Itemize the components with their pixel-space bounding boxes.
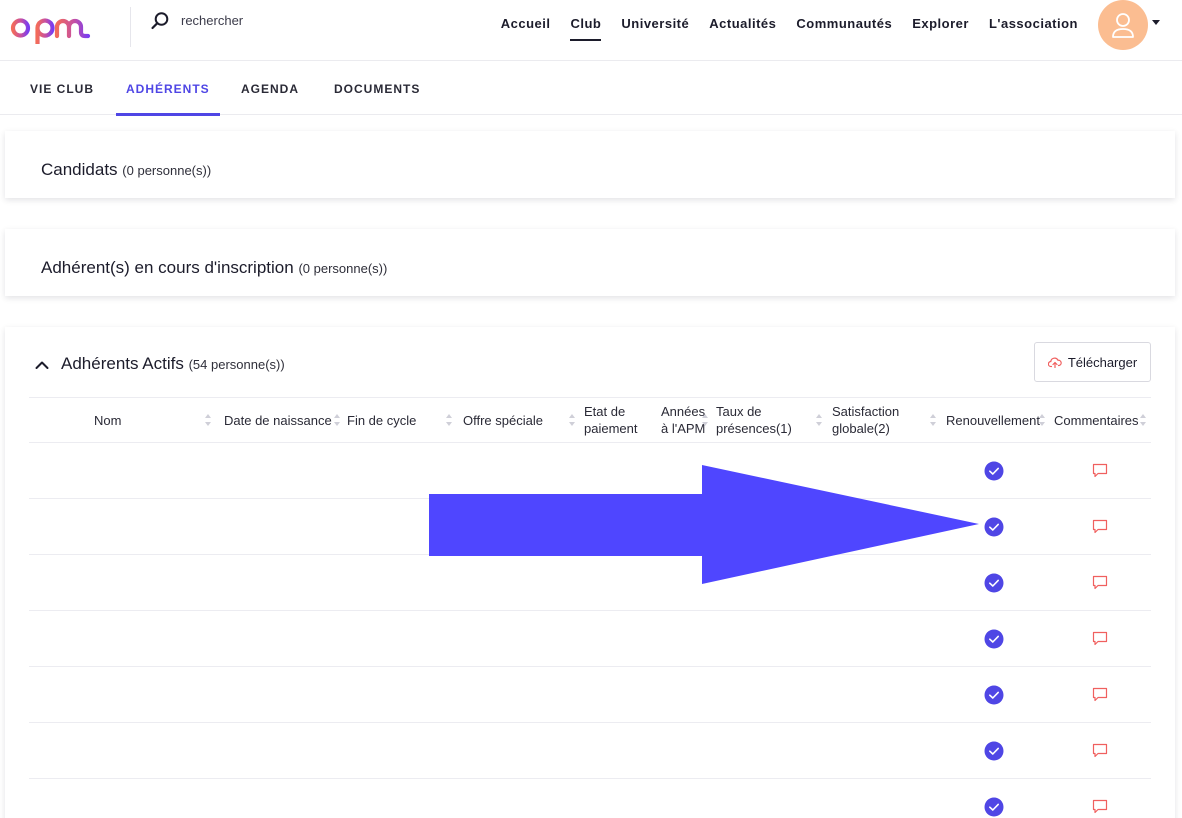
- cloud-upload-icon: [1047, 357, 1062, 368]
- col-renouvellement[interactable]: Renouvellement: [946, 398, 1040, 442]
- col-label: globale(2): [832, 421, 890, 436]
- main-nav: Accueil Club Université Actualités Commu…: [501, 16, 1078, 41]
- candidats-heading: Candidats (0 personne(s)): [41, 160, 211, 180]
- sort-icon[interactable]: [445, 413, 453, 427]
- nav-actualites[interactable]: Actualités: [709, 16, 776, 41]
- check-circle-icon[interactable]: [984, 685, 1004, 705]
- sort-icon[interactable]: [333, 413, 341, 427]
- table-row[interactable]: [29, 499, 1151, 555]
- col-label: Date de naissance: [224, 412, 332, 428]
- check-circle-icon[interactable]: [984, 629, 1004, 649]
- comment-icon[interactable]: [1092, 631, 1108, 646]
- nav-club[interactable]: Club: [570, 16, 602, 41]
- tab-documents[interactable]: DOCUMENTS: [334, 61, 420, 115]
- search-icon[interactable]: [150, 11, 170, 31]
- club-subtabs: VIE CLUB ADHÉRENTS AGENDA DOCUMENTS: [0, 61, 1182, 116]
- check-circle-icon[interactable]: [984, 797, 1004, 817]
- nav-universite[interactable]: Université: [621, 16, 689, 41]
- chevron-up-icon[interactable]: [34, 357, 50, 373]
- table-row[interactable]: [29, 723, 1151, 779]
- comment-icon[interactable]: [1092, 575, 1108, 590]
- candidats-title: Candidats: [41, 160, 118, 179]
- col-nom[interactable]: Nom: [94, 398, 121, 442]
- sort-icon[interactable]: [929, 413, 937, 427]
- apm-logo[interactable]: [10, 8, 106, 44]
- tab-adherents[interactable]: ADHÉRENTS: [116, 61, 220, 116]
- comment-icon[interactable]: [1092, 687, 1108, 702]
- col-offre-speciale[interactable]: Offre spéciale: [463, 398, 543, 442]
- candidats-panel[interactable]: Candidats (0 personne(s)): [5, 131, 1175, 198]
- col-fin-cycle[interactable]: Fin de cycle: [347, 398, 416, 442]
- search-input[interactable]: [181, 11, 381, 28]
- col-date-naissance[interactable]: Date de naissance: [224, 398, 332, 442]
- sort-icon[interactable]: [1038, 413, 1046, 427]
- download-button[interactable]: Télécharger: [1034, 342, 1151, 382]
- comment-icon[interactable]: [1092, 799, 1108, 814]
- check-circle-icon[interactable]: [984, 517, 1004, 537]
- sort-icon[interactable]: [204, 413, 212, 427]
- table-row[interactable]: [29, 555, 1151, 611]
- inscription-heading: Adhérent(s) en cours d'inscription (0 pe…: [41, 258, 387, 278]
- nav-communautes[interactable]: Communautés: [796, 16, 892, 41]
- col-label: Nom: [94, 412, 122, 428]
- tab-vie-club[interactable]: VIE CLUB: [30, 61, 94, 115]
- col-label: Fin de cycle: [347, 412, 417, 428]
- col-satisfaction[interactable]: Satisfaction globale(2): [832, 398, 899, 442]
- inscription-panel[interactable]: Adhérent(s) en cours d'inscription (0 pe…: [5, 229, 1175, 296]
- top-header: Accueil Club Université Actualités Commu…: [0, 0, 1182, 61]
- col-label: Commentaires: [1054, 412, 1139, 428]
- search-bar[interactable]: [150, 11, 381, 31]
- comment-icon[interactable]: [1092, 519, 1108, 534]
- table-row[interactable]: [29, 667, 1151, 723]
- check-circle-icon[interactable]: [984, 573, 1004, 593]
- actifs-count: (54 personne(s)): [188, 357, 285, 372]
- actifs-panel: Adhérents Actifs (54 personne(s)) Téléch…: [5, 327, 1175, 818]
- comment-icon[interactable]: [1092, 463, 1108, 478]
- table-header: Nom Date de naissance Fin de cycle Offre…: [29, 397, 1151, 443]
- col-label: paiement: [584, 421, 638, 436]
- col-etat-paiement[interactable]: Etat de paiement: [584, 398, 637, 442]
- tab-agenda[interactable]: AGENDA: [241, 61, 299, 115]
- table-row[interactable]: [29, 779, 1151, 818]
- col-label: Offre spéciale: [463, 412, 543, 428]
- col-label: à l'APM: [661, 421, 706, 436]
- col-label: présences(1): [716, 421, 792, 436]
- comment-icon[interactable]: [1092, 743, 1108, 758]
- check-circle-icon[interactable]: [984, 741, 1004, 761]
- actifs-title: Adhérents Actifs: [61, 354, 184, 373]
- col-label: Taux de: [716, 404, 762, 419]
- user-icon: [1112, 13, 1134, 38]
- chevron-down-icon[interactable]: [1152, 20, 1160, 25]
- actifs-heading: Adhérents Actifs (54 personne(s)): [61, 354, 285, 374]
- table-row[interactable]: [29, 611, 1151, 667]
- col-label: Renouvellement: [946, 412, 1040, 428]
- inscription-title: Adhérent(s) en cours d'inscription: [41, 258, 294, 277]
- logo-divider: [130, 7, 131, 47]
- nav-accueil[interactable]: Accueil: [501, 16, 551, 41]
- col-annees-apm[interactable]: Années à l'APM: [661, 398, 705, 442]
- col-label: Satisfaction: [832, 404, 900, 419]
- table-row[interactable]: [29, 443, 1151, 499]
- check-circle-icon[interactable]: [984, 461, 1004, 481]
- inscription-count: (0 personne(s)): [298, 261, 388, 276]
- download-label: Télécharger: [1067, 354, 1138, 370]
- col-label: Années: [661, 404, 706, 419]
- avatar[interactable]: [1098, 0, 1148, 50]
- candidats-count: (0 personne(s)): [122, 163, 212, 178]
- col-taux-presences[interactable]: Taux de présences(1): [716, 398, 792, 442]
- nav-association[interactable]: L'association: [989, 16, 1078, 41]
- col-commentaires[interactable]: Commentaires: [1054, 398, 1139, 442]
- sort-icon[interactable]: [815, 413, 823, 427]
- col-label: Etat de: [584, 404, 626, 419]
- sort-icon[interactable]: [701, 413, 709, 427]
- nav-explorer[interactable]: Explorer: [912, 16, 969, 41]
- sort-icon[interactable]: [1139, 413, 1147, 427]
- sort-icon[interactable]: [568, 413, 576, 427]
